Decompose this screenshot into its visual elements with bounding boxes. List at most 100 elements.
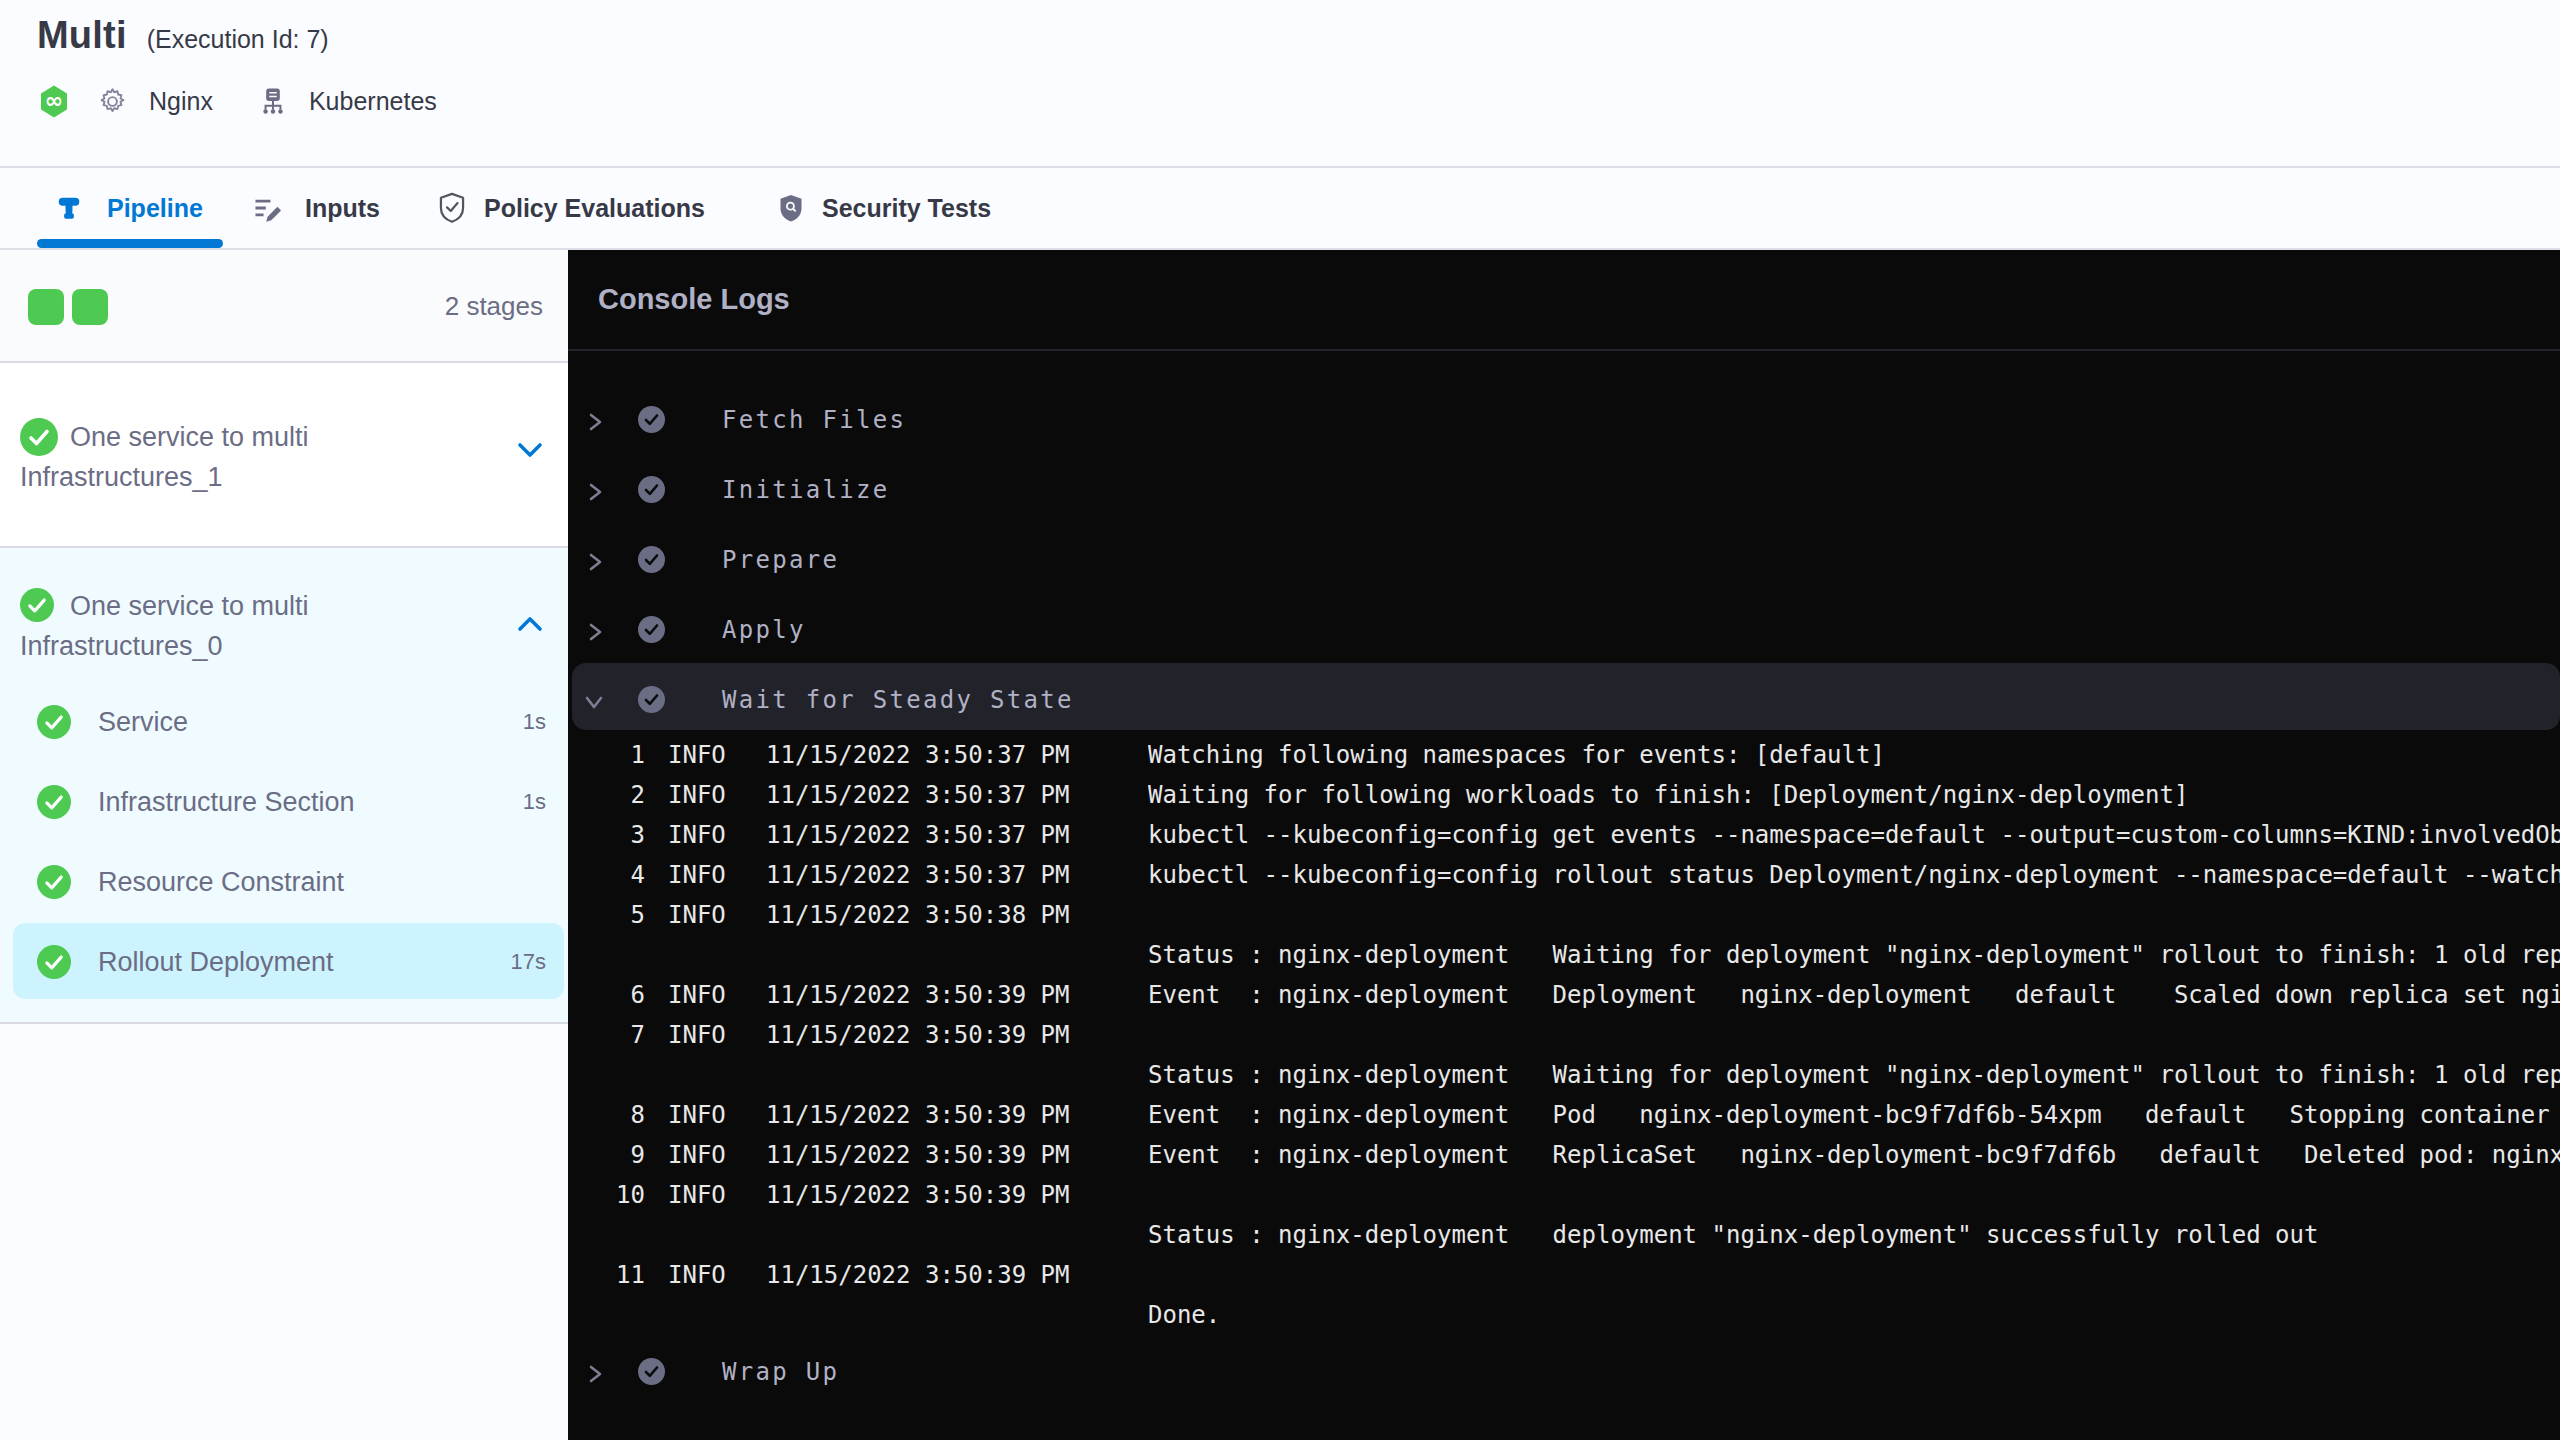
- tab-inputs[interactable]: Inputs: [252, 168, 380, 248]
- tab-policy-evaluations-label: Policy Evaluations: [484, 194, 705, 223]
- log-level: INFO: [668, 1015, 726, 1055]
- chevron-right-icon[interactable]: [587, 622, 604, 642]
- log-timestamp: 11/15/2022 3:50:39 PM: [766, 1015, 1069, 1055]
- log-message: Status : nginx-deployment deployment "ng…: [1148, 1215, 2560, 1255]
- log-level: INFO: [668, 815, 726, 855]
- log-message: Event : nginx-deployment Pod nginx-deplo…: [1148, 1095, 2560, 1135]
- log-timestamp: 11/15/2022 3:50:39 PM: [766, 1095, 1069, 1135]
- log-line-number: 9: [568, 1135, 645, 1175]
- log-line: 7 INFO 11/15/2022 3:50:39 PM: [568, 1015, 2560, 1055]
- policy-shield-icon: [437, 192, 467, 224]
- log-timestamp: 11/15/2022 3:50:39 PM: [766, 1255, 1069, 1295]
- step-duration: 17s: [511, 940, 546, 984]
- chevron-right-icon[interactable]: [587, 412, 604, 432]
- security-shield-icon: [777, 193, 805, 224]
- console-step-name: Apply: [722, 595, 806, 665]
- log-timestamp: 11/15/2022 3:50:39 PM: [766, 1135, 1069, 1175]
- tab-pipeline-label: Pipeline: [107, 194, 203, 223]
- log-line: 5 INFO 11/15/2022 3:50:38 PM: [568, 895, 2560, 935]
- log-line: 4 INFO 11/15/2022 3:50:37 PM kubectl --k…: [568, 855, 2560, 895]
- console-divider: [568, 349, 2560, 351]
- step-name: Resource Constraint: [98, 860, 344, 904]
- console-step-row[interactable]: Prepare: [568, 525, 2560, 595]
- tab-security-tests[interactable]: Security Tests: [777, 168, 991, 248]
- chevron-down-icon[interactable]: [517, 442, 543, 458]
- log-timestamp: 11/15/2022 3:50:37 PM: [766, 775, 1069, 815]
- log-line-number: 2: [568, 775, 645, 815]
- stage-name: One service to multi Infrastructures_1: [20, 417, 502, 497]
- service-row: ∞ Nginx Kubernetes: [40, 83, 437, 119]
- step-duration: 1s: [523, 780, 546, 824]
- stage-item-infrastructures-1[interactable]: One service to multi Infrastructures_1: [0, 363, 568, 548]
- step-success-icon: [37, 865, 71, 899]
- stage-name: One service to multi Infrastructures_0: [20, 586, 502, 666]
- console-panel: Console Logs Fetch Files Initialize: [568, 250, 2560, 1440]
- chevron-up-icon[interactable]: [517, 616, 543, 632]
- step-success-icon: [37, 945, 71, 979]
- chevron-down-icon[interactable]: [584, 694, 604, 711]
- log-message: Event : nginx-deployment ReplicaSet ngin…: [1148, 1135, 2560, 1175]
- log-level: INFO: [668, 775, 726, 815]
- log-level: INFO: [668, 1095, 726, 1135]
- log-level: INFO: [668, 855, 726, 895]
- log-line-number: 8: [568, 1095, 645, 1135]
- log-line-number: 11: [568, 1255, 645, 1295]
- console-step-row[interactable]: Apply: [568, 595, 2560, 665]
- log-line: 3 INFO 11/15/2022 3:50:37 PM kubectl --k…: [568, 815, 2560, 855]
- tab-pipeline[interactable]: Pipeline: [37, 168, 203, 248]
- stage-status-square-2[interactable]: [72, 289, 108, 325]
- gear-icon: [97, 86, 128, 117]
- log-message: Status : nginx-deployment Waiting for de…: [1148, 1055, 2560, 1095]
- step-success-icon: [638, 686, 665, 713]
- step-success-icon: [638, 406, 665, 433]
- title-row: Multi (Execution Id: 7): [37, 14, 329, 57]
- log-line-number: 5: [568, 895, 645, 935]
- log-message: Status : nginx-deployment Waiting for de…: [1148, 935, 2560, 975]
- service-label-nginx[interactable]: Nginx: [149, 87, 213, 116]
- console-step-name: Fetch Files: [722, 385, 906, 455]
- log-line-number: 1: [568, 735, 645, 775]
- stage-count: 2 stages: [445, 250, 543, 363]
- svg-text:∞: ∞: [45, 88, 63, 113]
- log-line: 1 INFO 11/15/2022 3:50:37 PM Watching fo…: [568, 735, 2560, 775]
- execution-id: (Execution Id: 7): [147, 25, 329, 54]
- tab-policy-evaluations[interactable]: Policy Evaluations: [437, 168, 705, 248]
- header: Multi (Execution Id: 7) ∞ Nginx Kubernet…: [0, 0, 2560, 166]
- stage-status-square-1[interactable]: [28, 289, 64, 325]
- console-step-row[interactable]: Fetch Files: [568, 385, 2560, 455]
- log-line: 8 INFO 11/15/2022 3:50:39 PM Event : ngi…: [568, 1095, 2560, 1135]
- log-timestamp: 11/15/2022 3:50:37 PM: [766, 815, 1069, 855]
- tab-security-tests-label: Security Tests: [822, 194, 991, 223]
- step-success-icon: [37, 785, 71, 819]
- tab-inputs-label: Inputs: [305, 194, 380, 223]
- step-success-icon: [638, 476, 665, 503]
- service-label-kubernetes[interactable]: Kubernetes: [309, 87, 437, 116]
- console-step-row[interactable]: Wrap Up: [568, 1337, 2560, 1407]
- log-output: 1 INFO 11/15/2022 3:50:37 PM Watching fo…: [568, 735, 2560, 1335]
- chevron-right-icon[interactable]: [587, 482, 604, 502]
- console-step-name: Wait for Steady State: [722, 665, 1074, 735]
- console-step-row[interactable]: Initialize: [568, 455, 2560, 525]
- log-message: Event : nginx-deployment Deployment ngin…: [1148, 975, 2560, 1015]
- console-step-row[interactable]: Wait for Steady State: [568, 665, 2560, 735]
- pipeline-step-item[interactable]: Infrastructure Section 1s: [0, 780, 568, 824]
- console-step-name: Initialize: [722, 455, 890, 525]
- stage-item-infrastructures-0[interactable]: One service to multi Infrastructures_0 S…: [0, 548, 568, 1024]
- log-line: 10 INFO 11/15/2022 3:50:39 PM: [568, 1175, 2560, 1215]
- pipeline-step-item[interactable]: Service 1s: [0, 700, 568, 744]
- log-level: INFO: [668, 735, 726, 775]
- log-line-number: 6: [568, 975, 645, 1015]
- chevron-right-icon[interactable]: [587, 552, 604, 572]
- log-line-number: 4: [568, 855, 645, 895]
- infrastructure-icon: [258, 86, 288, 117]
- log-timestamp: 11/15/2022 3:50:37 PM: [766, 855, 1069, 895]
- log-level: INFO: [668, 975, 726, 1015]
- step-name: Rollout Deployment: [98, 940, 334, 984]
- log-message: kubectl --kubeconfig=config rollout stat…: [1148, 855, 2560, 895]
- log-line: 11 INFO 11/15/2022 3:50:39 PM: [568, 1255, 2560, 1295]
- step-name: Service: [98, 700, 188, 744]
- step-success-icon: [37, 705, 71, 739]
- pipeline-step-item[interactable]: Resource Constraint: [0, 860, 568, 904]
- pipeline-icon: [56, 195, 82, 221]
- pipeline-step-item[interactable]: Rollout Deployment 17s: [0, 940, 568, 984]
